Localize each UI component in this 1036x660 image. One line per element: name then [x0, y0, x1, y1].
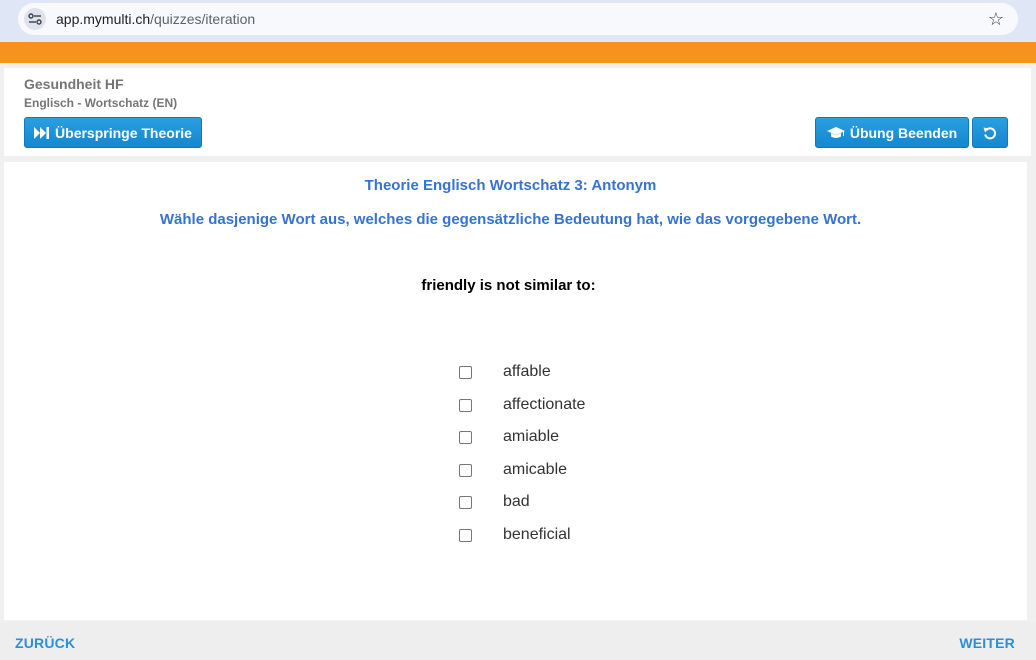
skip-theory-label: Überspringe Theorie — [55, 124, 192, 141]
brand-strip — [0, 42, 1036, 63]
graduation-cap-icon — [826, 126, 845, 138]
answer-option[interactable]: beneficial — [459, 523, 571, 547]
tune-icon[interactable] — [24, 8, 46, 30]
answer-checkbox[interactable] — [459, 430, 472, 444]
undo-icon — [983, 126, 997, 139]
answer-label[interactable]: affable — [503, 363, 551, 381]
answer-option[interactable]: bad — [459, 490, 530, 514]
address-bar[interactable]: app.mymulti.ch/quizzes/iteration ☆ — [18, 3, 1018, 35]
answer-label[interactable]: beneficial — [503, 526, 571, 544]
question-text: friendly is not similar to: — [421, 277, 596, 294]
quiz-header: Gesundheit HF Englisch - Wortschatz (EN)… — [4, 68, 1031, 156]
answer-option[interactable]: amiable — [459, 425, 559, 449]
answer-option[interactable]: affectionate — [459, 393, 585, 417]
course-title: Gesundheit HF — [24, 76, 124, 92]
answer-checkbox[interactable] — [459, 528, 472, 542]
end-exercise-button[interactable]: Übung Beenden — [815, 117, 969, 148]
fast-forward-icon — [34, 126, 50, 139]
course-subtitle: Englisch - Wortschatz (EN) — [24, 96, 178, 110]
url-path: /quizzes/iteration — [150, 11, 256, 27]
end-exercise-label: Übung Beenden — [849, 124, 958, 141]
star-icon[interactable]: ☆ — [988, 9, 1004, 29]
answer-label[interactable]: amiable — [503, 428, 559, 446]
next-link[interactable]: WEITER — [959, 635, 1015, 651]
answer-checkbox[interactable] — [459, 398, 472, 412]
answer-option[interactable]: amicable — [459, 458, 567, 482]
quiz-content: Theorie Englisch Wortschatz 3: Antonym W… — [4, 162, 1027, 620]
quiz-footer: ZURÜCK WEITER — [0, 622, 1036, 660]
answer-label[interactable]: bad — [503, 493, 530, 511]
answer-option[interactable]: affable — [459, 360, 551, 384]
url-text[interactable]: app.mymulti.ch/quizzes/iteration — [56, 11, 255, 27]
answer-label[interactable]: amicable — [503, 461, 567, 479]
browser-toolbar: app.mymulti.ch/quizzes/iteration ☆ — [0, 0, 1036, 42]
skip-theory-button[interactable]: Überspringe Theorie — [24, 117, 202, 148]
url-host: app.mymulti.ch — [56, 11, 151, 27]
back-link[interactable]: ZURÜCK — [15, 635, 75, 651]
answer-label[interactable]: affectionate — [503, 396, 585, 414]
reset-button[interactable] — [972, 117, 1008, 148]
answer-checkbox[interactable] — [459, 365, 472, 379]
answer-checkbox[interactable] — [459, 495, 472, 509]
instruction-text: Wähle dasjenige Wort aus, welches die ge… — [159, 211, 862, 228]
answer-checkbox[interactable] — [459, 463, 472, 477]
theory-title: Theorie Englisch Wortschatz 3: Antonym — [364, 177, 657, 194]
